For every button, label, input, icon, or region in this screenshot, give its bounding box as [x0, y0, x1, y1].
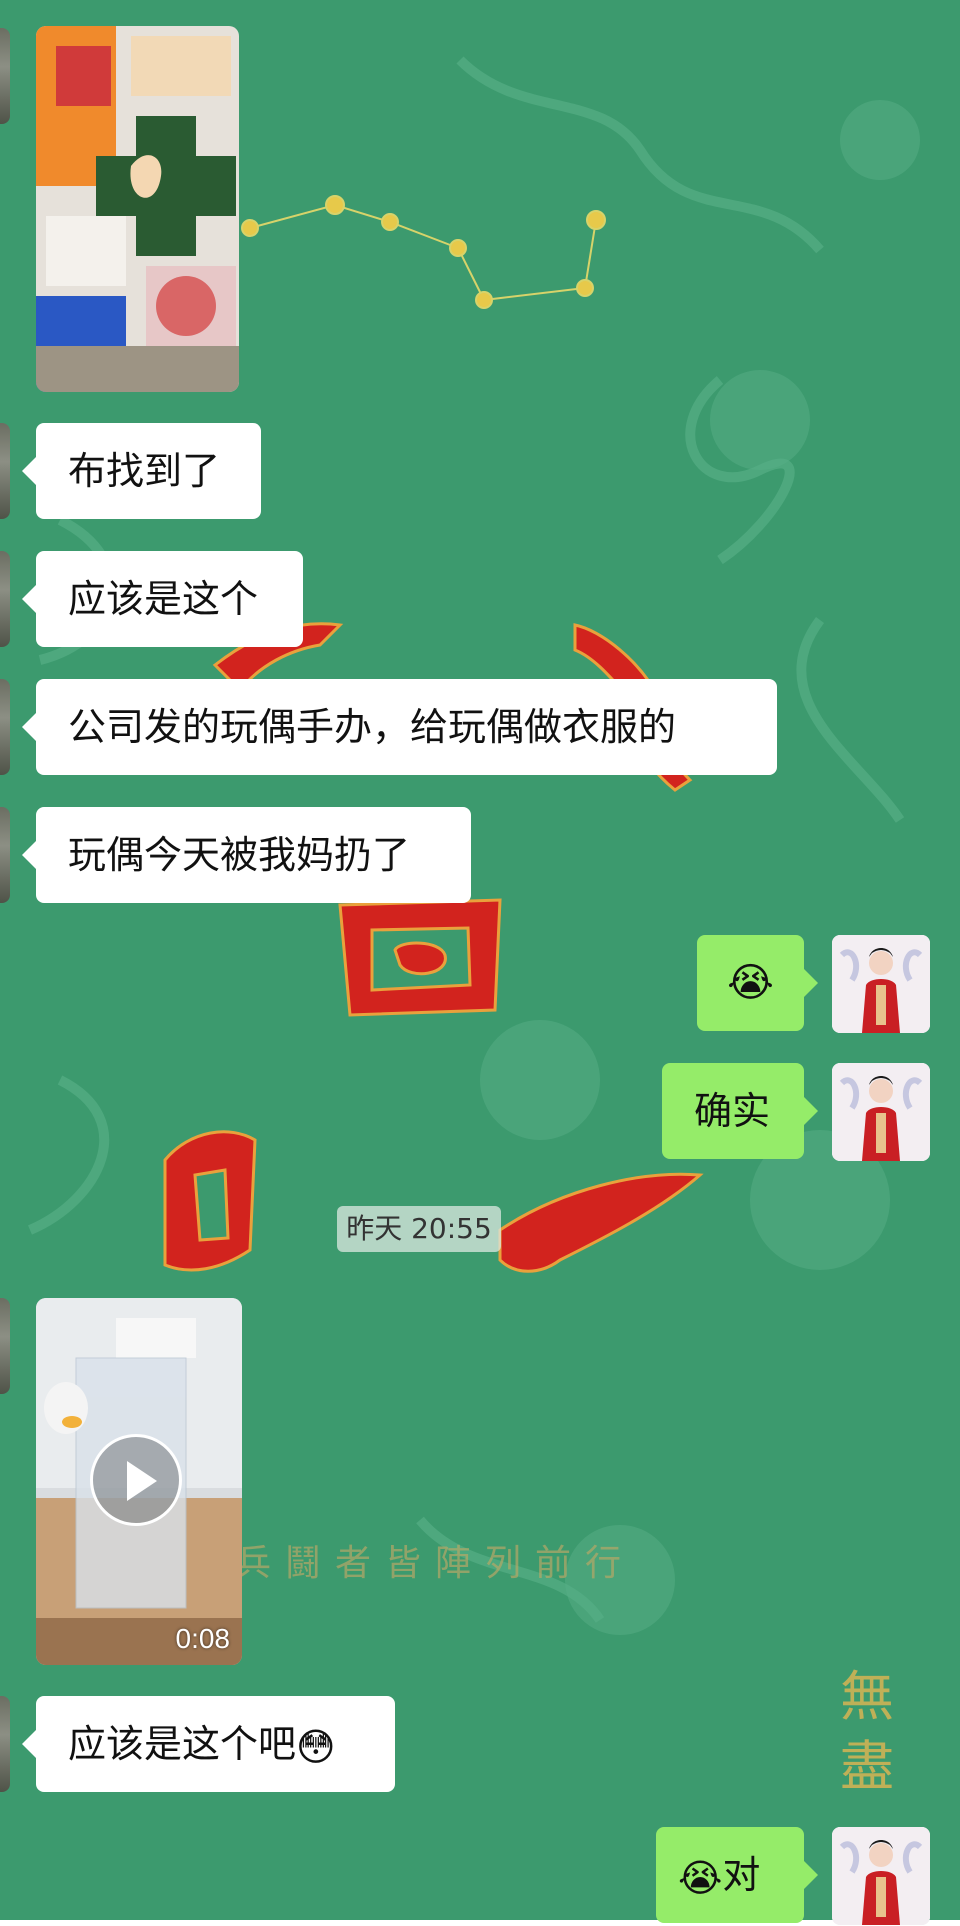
message-bubble-sent[interactable]: 确实 — [662, 1063, 818, 1159]
sender-avatar[interactable] — [0, 423, 10, 519]
play-button[interactable] — [90, 1434, 182, 1526]
avatar-image — [832, 1063, 930, 1161]
sender-avatar[interactable] — [0, 551, 10, 647]
flushed-emoji-icon: 😳 — [296, 1724, 336, 1769]
message-bubble-sent[interactable]: 😭 — [697, 935, 818, 1031]
message-bubble-received[interactable]: 玩偶今天被我妈扔了 — [22, 807, 471, 903]
avatar-image — [832, 935, 930, 1033]
background-vertical-text-2: 盡 — [840, 1735, 894, 1798]
message-text: 公司发的玩偶手办，给玩偶做衣服的 — [68, 705, 677, 749]
background-caption: 兵鬪者皆陣列前行 — [235, 1543, 635, 1584]
video-duration: 0:08 — [175, 1623, 231, 1654]
message-text: 玩偶今天被我妈扔了 — [68, 833, 411, 877]
message-bubble-received[interactable]: 应该是这个吧😳 — [22, 1696, 395, 1792]
timestamp: 昨天 20:55 — [337, 1206, 501, 1252]
avatar-image — [832, 1827, 930, 1925]
message-text: 应该是这个吧 — [68, 1722, 297, 1766]
image-message[interactable] — [36, 26, 239, 392]
message-bubble-sent[interactable]: 😭对 — [656, 1827, 818, 1923]
message-text: 对 — [722, 1853, 761, 1897]
cloth-photo — [36, 26, 239, 392]
crying-laughing-emoji-icon: 😭 — [727, 960, 774, 1006]
message-bubble-received[interactable]: 公司发的玩偶手办，给玩偶做衣服的 — [22, 679, 777, 775]
message-bubble-received[interactable]: 应该是这个 — [22, 551, 303, 647]
background-vertical-text: 無 — [840, 1665, 894, 1728]
sender-avatar[interactable] — [0, 1696, 10, 1792]
sender-avatar[interactable] — [0, 679, 10, 775]
video-message[interactable]: 0:08 — [36, 1298, 242, 1665]
message-bubble-received[interactable]: 布找到了 — [22, 423, 261, 519]
my-avatar[interactable] — [832, 935, 930, 1033]
my-avatar[interactable] — [832, 1827, 930, 1925]
message-text: 应该是这个 — [68, 577, 259, 621]
crying-laughing-emoji-icon: 😭 — [678, 1855, 723, 1900]
my-avatar[interactable] — [832, 1063, 930, 1161]
message-text: 布找到了 — [68, 449, 221, 493]
sender-avatar[interactable] — [0, 1298, 10, 1394]
sender-avatar[interactable] — [0, 28, 10, 124]
sender-avatar[interactable] — [0, 807, 10, 903]
message-text: 确实 — [694, 1089, 771, 1133]
